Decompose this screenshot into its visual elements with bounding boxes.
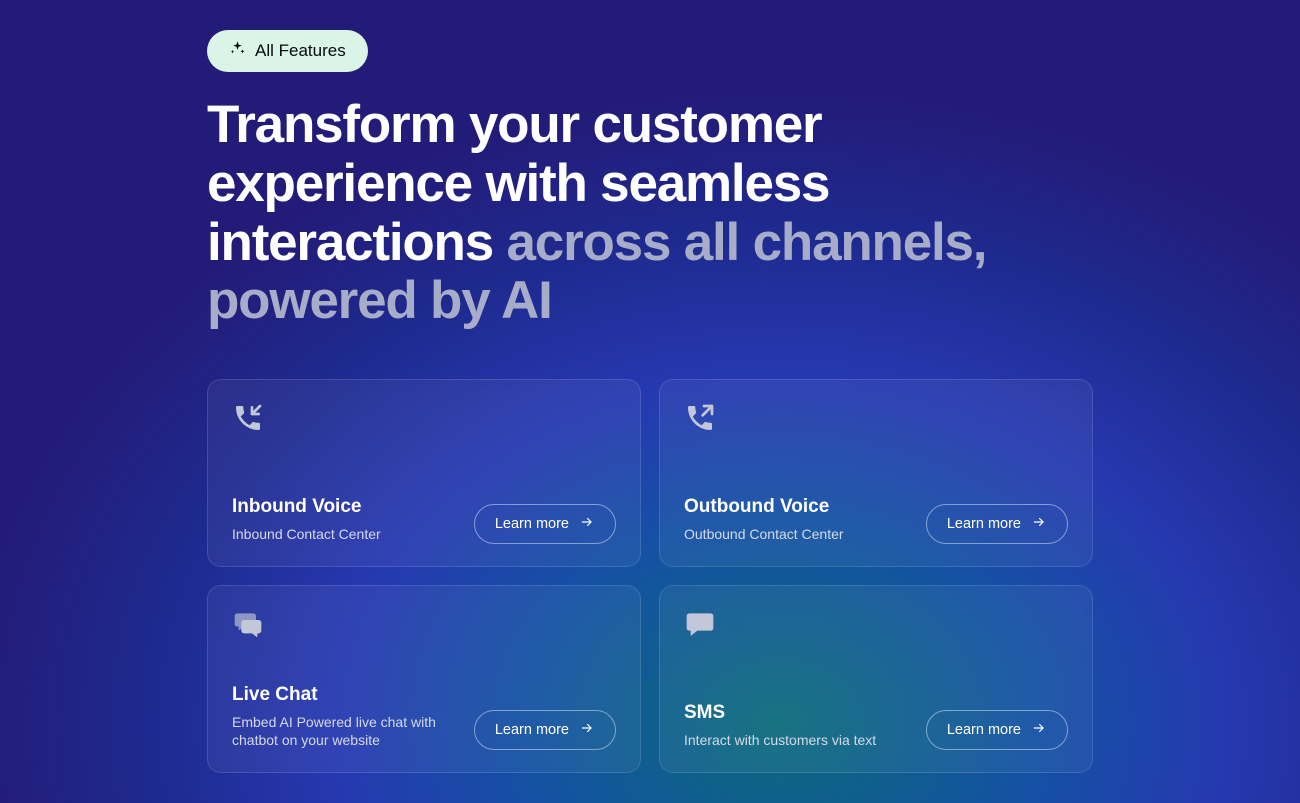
card-sms: SMS Interact with customers via text Lea… bbox=[659, 585, 1093, 773]
badge-label: All Features bbox=[255, 41, 346, 61]
arrow-right-icon bbox=[579, 515, 595, 533]
card-desc: Inbound Contact Center bbox=[232, 525, 381, 544]
card-outbound-voice: Outbound Voice Outbound Contact Center L… bbox=[659, 379, 1093, 567]
card-title: SMS bbox=[684, 702, 876, 724]
learn-more-button[interactable]: Learn more bbox=[926, 710, 1068, 750]
phone-outbound-icon bbox=[684, 402, 716, 434]
arrow-right-icon bbox=[579, 721, 595, 739]
card-title: Outbound Voice bbox=[684, 496, 844, 518]
all-features-badge: All Features bbox=[207, 30, 368, 72]
learn-more-button[interactable]: Learn more bbox=[474, 710, 616, 750]
arrow-right-icon bbox=[1031, 515, 1047, 533]
chat-bubbles-icon bbox=[232, 608, 264, 640]
learn-more-button[interactable]: Learn more bbox=[926, 504, 1068, 544]
learn-more-label: Learn more bbox=[947, 722, 1021, 738]
page-headline: Transform your customer experience with … bbox=[207, 96, 1093, 331]
card-title: Live Chat bbox=[232, 684, 462, 706]
learn-more-button[interactable]: Learn more bbox=[474, 504, 616, 544]
phone-inbound-icon bbox=[232, 402, 264, 434]
learn-more-label: Learn more bbox=[495, 722, 569, 738]
learn-more-label: Learn more bbox=[495, 516, 569, 532]
card-live-chat: Live Chat Embed AI Powered live chat wit… bbox=[207, 585, 641, 773]
feature-cards-grid: Inbound Voice Inbound Contact Center Lea… bbox=[207, 379, 1093, 773]
card-desc: Outbound Contact Center bbox=[684, 525, 844, 544]
card-desc: Embed AI Powered live chat with chatbot … bbox=[232, 713, 462, 751]
page-container: All Features Transform your customer exp… bbox=[0, 0, 1300, 773]
card-inbound-voice: Inbound Voice Inbound Contact Center Lea… bbox=[207, 379, 641, 567]
arrow-right-icon bbox=[1031, 721, 1047, 739]
message-icon bbox=[684, 608, 716, 640]
card-title: Inbound Voice bbox=[232, 496, 381, 518]
learn-more-label: Learn more bbox=[947, 516, 1021, 532]
card-desc: Interact with customers via text bbox=[684, 731, 876, 750]
sparkles-icon bbox=[229, 40, 246, 62]
